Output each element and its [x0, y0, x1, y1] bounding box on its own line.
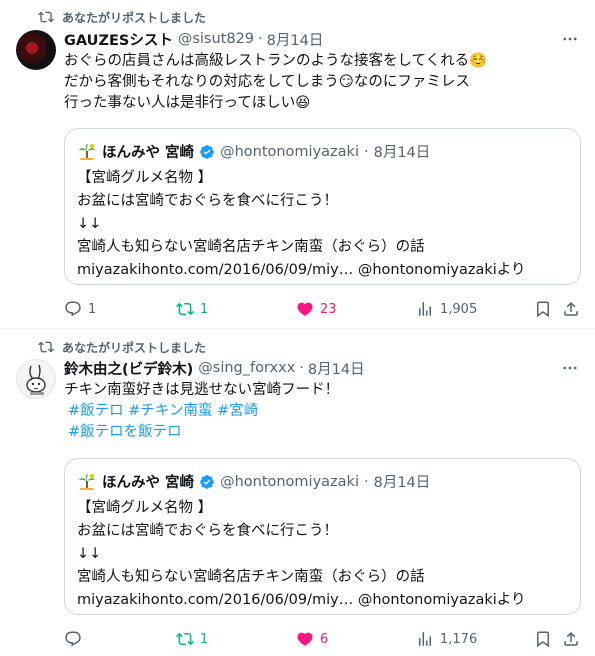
quoted-post-text: 【宮崎グルメ名物 】 お盆には宮崎でおぐらを食べに行こう！ ↓↓ 宮崎人も知らな…	[77, 167, 525, 282]
repost-indicator: あなたがリポストしました	[38, 339, 206, 355]
verified-badge-icon	[199, 144, 215, 160]
timeline-feed: あなたがリポストしました GAUZESシスト @sisut829 · 8月14日…	[0, 0, 595, 656]
post-date[interactable]: 8月14日	[267, 29, 324, 50]
post-text-line: チキン南蛮好きは見逃せない宮崎フード！	[64, 382, 340, 398]
view-count: 1,905	[440, 301, 478, 317]
hashtag-row: #飯テロを飯テロ	[64, 422, 579, 443]
reply-button[interactable]	[64, 629, 88, 649]
views-icon	[419, 632, 431, 646]
post-date[interactable]: 8月14日	[308, 358, 365, 379]
repost-label: あなたがリポストしました	[62, 10, 207, 25]
like-count: 23	[320, 301, 337, 317]
repost-indicator: あなたがリポストしました	[38, 9, 206, 25]
repost-icon	[176, 302, 194, 316]
repost-label: あなたがリポストしました	[62, 340, 207, 355]
quoted-text-line: ↓↓	[77, 546, 102, 562]
bookmark-icon	[537, 631, 549, 648]
palm-tree-logo-icon	[77, 141, 97, 162]
quoted-text-line: 【宮崎グルメ名物 】	[77, 170, 213, 186]
quoted-post-header: ほんみや 宮崎 @hontonomiyazaki · 8月14日	[77, 471, 430, 492]
post[interactable]: あなたがリポストしました GAUZESシスト @sisut829 · 8月14日…	[0, 0, 595, 329]
reply-count: 1	[88, 301, 97, 317]
views-button[interactable]: 1,905	[416, 299, 477, 319]
palm-tree-logo-icon	[77, 471, 97, 492]
separator-dot: ·	[363, 143, 369, 160]
repost-count: 1	[200, 301, 209, 317]
hashtag-link[interactable]: #飯テロ	[68, 403, 124, 419]
verified-badge-icon	[199, 474, 215, 490]
quoted-post-date[interactable]: 8月14日	[374, 141, 431, 162]
like-icon	[297, 302, 313, 316]
quoted-post-date[interactable]: 8月14日	[374, 471, 431, 492]
author-name[interactable]: GAUZESシスト	[64, 29, 173, 50]
hashtag-link[interactable]: #飯テロを飯テロ	[68, 424, 182, 440]
post-header: GAUZESシスト @sisut829 · 8月14日	[64, 29, 579, 49]
hashtag-link[interactable]: #チキン南蛮	[128, 403, 212, 419]
post-header: 鈴木由之(ビデ鈴木) @sing_forxxx · 8月14日	[64, 358, 579, 378]
quoted-text-line: 宮崎人も知らない宮崎名店チキン南蛮（おぐら）の話	[77, 239, 425, 255]
quoted-text-line: miyazakihonto.com/2016/06/09/miy… @honto…	[77, 592, 526, 608]
avatar[interactable]	[16, 359, 56, 399]
quoted-post-text: 【宮崎グルメ名物 】 お盆には宮崎でおぐらを食べに行こう！ ↓↓ 宮崎人も知らな…	[77, 497, 525, 612]
bookmark-button[interactable]	[534, 629, 552, 649]
action-bar: 1 6 1,176	[64, 629, 581, 649]
repost-icon	[38, 9, 54, 25]
post-text-line: 行った事ない人は是非行ってほしい😆	[64, 95, 311, 111]
quoted-post-header: ほんみや 宮崎 @hontonomiyazaki · 8月14日	[77, 141, 430, 162]
reply-button[interactable]: 1	[64, 299, 96, 319]
author-handle[interactable]: @sisut829	[178, 31, 254, 47]
more-icon[interactable]	[561, 30, 579, 48]
author-name[interactable]: 鈴木由之(ビデ鈴木)	[64, 358, 193, 379]
repost-button[interactable]: 1	[176, 299, 208, 319]
quoted-author-handle[interactable]: @hontonomiyazaki	[220, 474, 359, 490]
quoted-post[interactable]: ほんみや 宮崎 @hontonomiyazaki · 8月14日 【宮崎グルメ名…	[64, 128, 581, 285]
quoted-text-line: miyazakihonto.com/2016/06/09/miy… @honto…	[77, 262, 526, 278]
like-count: 6	[320, 631, 329, 647]
quoted-author-name[interactable]: ほんみや 宮崎	[102, 141, 194, 162]
post[interactable]: あなたがリポストしました 鈴木由之(ビデ鈴木) @sing_forxxx · 8…	[0, 329, 595, 656]
author-handle[interactable]: @sing_forxxx	[198, 360, 295, 376]
quoted-text-line: 【宮崎グルメ名物 】	[77, 500, 213, 516]
share-button[interactable]	[562, 299, 580, 319]
avatar[interactable]	[16, 30, 56, 70]
hashtag-row: #飯テロ #チキン南蛮 #宮崎	[64, 401, 579, 422]
post-text-line: だから客側もそれなりの対応をしてしまう😏なのにファミレス	[64, 74, 470, 90]
quoted-author-handle[interactable]: @hontonomiyazaki	[220, 144, 359, 160]
repost-button[interactable]: 1	[176, 629, 208, 649]
views-icon	[419, 302, 431, 316]
reply-icon	[65, 631, 81, 647]
reply-icon	[65, 301, 81, 317]
post-text: チキン南蛮好きは見逃せない宮崎フード！ #飯テロ #チキン南蛮 #宮崎 #飯テロ…	[64, 380, 579, 443]
post-text-line: おぐらの店員さんは高級レストランのような接客をしてくれる☺️	[64, 53, 488, 69]
separator-dot: ·	[258, 31, 263, 47]
quoted-text-line: ↓↓	[77, 216, 102, 232]
like-button[interactable]: 6	[296, 629, 328, 649]
repost-count: 1	[200, 631, 209, 647]
quoted-text-line: 宮崎人も知らない宮崎名店チキン南蛮（おぐら）の話	[77, 569, 425, 585]
quoted-author-name[interactable]: ほんみや 宮崎	[102, 471, 194, 492]
post-text: おぐらの店員さんは高級レストランのような接客をしてくれる☺️ だから客側もそれな…	[64, 51, 579, 114]
like-button[interactable]: 23	[296, 299, 337, 319]
quoted-text-line: お盆には宮崎でおぐらを食べに行こう！	[77, 523, 338, 539]
share-button[interactable]	[562, 629, 580, 649]
action-bar: 1 1 23 1,905	[64, 299, 581, 319]
separator-dot: ·	[363, 473, 369, 490]
like-icon	[297, 632, 313, 646]
repost-icon	[176, 632, 194, 646]
quoted-post[interactable]: ほんみや 宮崎 @hontonomiyazaki · 8月14日 【宮崎グルメ名…	[64, 458, 581, 615]
quoted-text-line: お盆には宮崎でおぐらを食べに行こう！	[77, 193, 338, 209]
view-count: 1,176	[440, 631, 478, 647]
hashtag-link[interactable]: #宮崎	[217, 403, 258, 419]
bookmark-button[interactable]	[534, 299, 552, 319]
share-icon	[564, 631, 578, 646]
separator-dot: ·	[299, 360, 304, 376]
more-icon[interactable]	[561, 359, 579, 377]
views-button[interactable]: 1,176	[416, 629, 477, 649]
repost-icon	[38, 339, 54, 355]
bookmark-icon	[537, 301, 549, 318]
share-icon	[564, 301, 578, 316]
